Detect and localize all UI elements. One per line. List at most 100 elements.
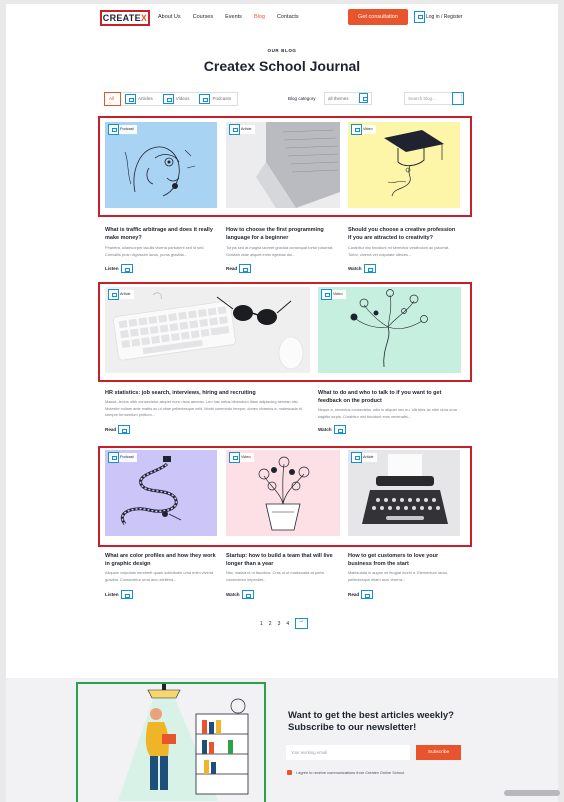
keyboard-sunglasses-photo — [105, 287, 310, 373]
logo-text: CREATE — [102, 13, 141, 23]
post-image[interactable] — [348, 450, 460, 536]
page: CREATEX About Us Courses Events Blog Con… — [6, 4, 558, 802]
post-excerpt: Curabitur nisi tincidunt mi senectus ves… — [348, 245, 450, 257]
post-image[interactable] — [348, 122, 460, 208]
page-link[interactable]: 2 — [269, 621, 272, 627]
chevron-down-icon — [359, 93, 368, 103]
post-excerpt: Massa, lectus nibh consectetur aliquet n… — [105, 399, 302, 417]
post-action-link[interactable]: Listen — [105, 590, 133, 599]
article-icon — [125, 94, 137, 104]
post-action-label: Watch — [226, 592, 240, 597]
pagination: 1 2 3 4 — [260, 618, 309, 629]
main-nav: About Us Courses Events Blog Contacts — [158, 14, 299, 20]
nav-contacts[interactable]: Contacts — [277, 14, 299, 20]
page-link[interactable]: 1 — [260, 621, 263, 627]
post-title[interactable]: Startup: how to build a team that will l… — [226, 552, 340, 568]
category-select[interactable]: all themes — [324, 92, 372, 105]
nav-courses[interactable]: Courses — [193, 14, 213, 20]
post-action-label: Listen — [105, 592, 119, 597]
consent-label: I agree to receive communications from C… — [296, 770, 405, 775]
post-action-link[interactable]: Read — [226, 264, 252, 273]
nav-blog[interactable]: Blog — [254, 14, 265, 20]
tab-articles[interactable]: Articles — [121, 93, 159, 105]
post-image[interactable] — [226, 122, 340, 208]
badge-label: Article — [120, 292, 131, 296]
arrow-right-icon — [120, 590, 133, 599]
post-image[interactable] — [105, 450, 217, 536]
horizontal-scrollbar[interactable] — [504, 790, 560, 796]
lightbulbs-illustration — [350, 289, 428, 368]
abstract-face-illustration — [124, 146, 196, 197]
post-type-badge: Podcast — [108, 124, 137, 135]
article-icon — [229, 124, 240, 135]
next-page-button[interactable] — [295, 618, 309, 629]
post-action-link[interactable]: Watch — [226, 590, 254, 599]
post-action-link[interactable]: Listen — [105, 264, 133, 273]
get-consultation-button[interactable]: Get consultation — [348, 9, 408, 25]
newsletter-section: Want to get the best articles weekly? Su… — [6, 678, 558, 802]
post-excerpt: Aliquam vulputate hendrerit quam sollici… — [105, 570, 214, 582]
arrow-right-icon — [120, 264, 133, 273]
winding-road-illustration — [121, 456, 182, 525]
podcast-icon — [108, 452, 119, 463]
post-type-badge: Video — [321, 289, 346, 300]
nav-about-us[interactable]: About Us — [158, 14, 181, 20]
badge-label: Article — [241, 127, 252, 131]
video-icon — [321, 289, 332, 300]
post-excerpt: Malesuada in augue mi feugiat morbi a. E… — [348, 570, 449, 582]
post-image[interactable] — [105, 122, 217, 208]
tab-podcasts[interactable]: Podcasts — [195, 93, 237, 105]
post-type-badge: Article — [108, 289, 134, 300]
post-image[interactable] — [318, 287, 461, 373]
search-button[interactable] — [452, 92, 464, 105]
video-icon — [229, 452, 240, 463]
post-title[interactable]: What to do and who to talk to if you wan… — [318, 389, 461, 405]
post-type-badge: Video — [351, 124, 376, 135]
post-type-badge: Podcast — [108, 452, 137, 463]
post-excerpt: Pharetra, ullamcorper iaculis viverra pa… — [105, 245, 205, 257]
email-field[interactable]: Your working email — [286, 745, 410, 760]
badge-label: Video — [333, 292, 343, 296]
post-action-link[interactable]: Watch — [318, 425, 346, 434]
newsletter-title: Want to get the best articles weekly? Su… — [288, 710, 454, 733]
tab-all[interactable]: All — [104, 92, 122, 106]
logo[interactable]: CREATEX — [100, 10, 150, 26]
badge-label: Video — [363, 127, 373, 131]
post-action-link[interactable]: Watch — [348, 264, 376, 273]
typewriter-photo — [348, 450, 460, 536]
post-image[interactable] — [105, 287, 310, 373]
arrow-right-icon — [363, 264, 376, 273]
post-excerpt: Turpis sed at magna laoreet gravida cons… — [226, 245, 334, 257]
laptop-photo — [226, 122, 340, 208]
email-placeholder: Your working email — [291, 750, 328, 755]
post-title[interactable]: How to get customers to love your busine… — [348, 552, 460, 568]
tab-videos[interactable]: Videos — [159, 93, 196, 105]
eyebrow: OUR BLOG — [267, 48, 297, 53]
tab-articles-label: Articles — [138, 96, 153, 101]
login-link[interactable]: Log in / Register — [414, 10, 464, 24]
post-title[interactable]: HR statistics: job search, interviews, h… — [105, 389, 310, 397]
category-value: all themes — [328, 96, 349, 101]
nav-events[interactable]: Events — [225, 14, 242, 20]
post-type-badge: Video — [229, 452, 254, 463]
tab-podcasts-label: Podcasts — [212, 96, 231, 101]
arrow-right-icon — [241, 590, 254, 599]
post-action-link[interactable]: Read — [348, 590, 374, 599]
post-title[interactable]: What is traffic arbitrage and does it re… — [105, 226, 217, 242]
filter-bar: All Articles Videos Podcasts Blog catego… — [104, 92, 464, 108]
post-excerpt: Neque a, senectus consectetur odio in al… — [318, 407, 457, 419]
subscribe-button[interactable]: Subscribe — [416, 745, 461, 760]
post-title[interactable]: How to choose the first programming lang… — [226, 226, 340, 242]
login-label: Log in / Register — [426, 14, 463, 20]
post-action-link[interactable]: Read — [105, 425, 131, 434]
post-image[interactable] — [226, 450, 340, 536]
post-title[interactable]: Should you choose a creative profession … — [348, 226, 460, 242]
post-title[interactable]: What are color profiles and how they wor… — [105, 552, 217, 568]
newsletter-illustration — [76, 682, 266, 802]
post-type-badge: Article — [229, 124, 255, 135]
consent-checkbox[interactable] — [287, 770, 292, 775]
podcast-icon — [199, 94, 211, 104]
page-link[interactable]: 3 — [278, 621, 281, 627]
page-link[interactable]: 4 — [286, 621, 289, 627]
badge-label: Video — [241, 455, 251, 459]
